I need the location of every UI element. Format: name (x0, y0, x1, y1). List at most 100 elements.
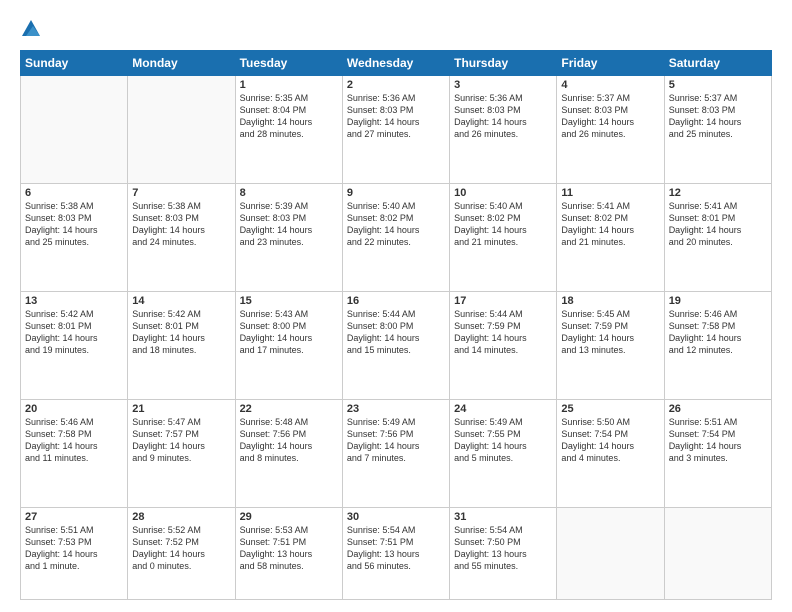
day-number: 20 (25, 403, 123, 415)
calendar-cell: 5Sunrise: 5:37 AMSunset: 8:03 PMDaylight… (664, 76, 771, 184)
logo-icon (20, 18, 42, 40)
day-info: Sunrise: 5:39 AMSunset: 8:03 PMDaylight:… (240, 200, 338, 249)
day-header-sunday: Sunday (21, 51, 128, 76)
day-number: 26 (669, 403, 767, 415)
logo (20, 18, 46, 40)
day-number: 1 (240, 79, 338, 91)
day-header-wednesday: Wednesday (342, 51, 449, 76)
day-number: 30 (347, 511, 445, 523)
calendar-cell: 18Sunrise: 5:45 AMSunset: 7:59 PMDayligh… (557, 291, 664, 399)
day-number: 29 (240, 511, 338, 523)
day-number: 22 (240, 403, 338, 415)
day-info: Sunrise: 5:38 AMSunset: 8:03 PMDaylight:… (132, 200, 230, 249)
day-info: Sunrise: 5:43 AMSunset: 8:00 PMDaylight:… (240, 308, 338, 357)
calendar-cell: 28Sunrise: 5:52 AMSunset: 7:52 PMDayligh… (128, 507, 235, 599)
day-number: 27 (25, 511, 123, 523)
day-number: 14 (132, 295, 230, 307)
day-info: Sunrise: 5:37 AMSunset: 8:03 PMDaylight:… (561, 92, 659, 141)
calendar-cell: 29Sunrise: 5:53 AMSunset: 7:51 PMDayligh… (235, 507, 342, 599)
day-number: 16 (347, 295, 445, 307)
day-number: 2 (347, 79, 445, 91)
day-header-friday: Friday (557, 51, 664, 76)
calendar-cell (664, 507, 771, 599)
calendar-cell: 31Sunrise: 5:54 AMSunset: 7:50 PMDayligh… (450, 507, 557, 599)
day-number: 31 (454, 511, 552, 523)
calendar-cell: 15Sunrise: 5:43 AMSunset: 8:00 PMDayligh… (235, 291, 342, 399)
day-info: Sunrise: 5:35 AMSunset: 8:04 PMDaylight:… (240, 92, 338, 141)
day-info: Sunrise: 5:44 AMSunset: 7:59 PMDaylight:… (454, 308, 552, 357)
calendar-cell: 23Sunrise: 5:49 AMSunset: 7:56 PMDayligh… (342, 399, 449, 507)
calendar-cell: 26Sunrise: 5:51 AMSunset: 7:54 PMDayligh… (664, 399, 771, 507)
day-number: 18 (561, 295, 659, 307)
calendar-cell: 10Sunrise: 5:40 AMSunset: 8:02 PMDayligh… (450, 183, 557, 291)
day-number: 4 (561, 79, 659, 91)
day-info: Sunrise: 5:42 AMSunset: 8:01 PMDaylight:… (132, 308, 230, 357)
calendar-header-row: SundayMondayTuesdayWednesdayThursdayFrid… (21, 51, 772, 76)
day-info: Sunrise: 5:36 AMSunset: 8:03 PMDaylight:… (454, 92, 552, 141)
calendar-cell: 25Sunrise: 5:50 AMSunset: 7:54 PMDayligh… (557, 399, 664, 507)
day-info: Sunrise: 5:47 AMSunset: 7:57 PMDaylight:… (132, 416, 230, 465)
calendar-cell: 20Sunrise: 5:46 AMSunset: 7:58 PMDayligh… (21, 399, 128, 507)
calendar-table: SundayMondayTuesdayWednesdayThursdayFrid… (20, 50, 772, 600)
calendar-cell: 19Sunrise: 5:46 AMSunset: 7:58 PMDayligh… (664, 291, 771, 399)
day-info: Sunrise: 5:45 AMSunset: 7:59 PMDaylight:… (561, 308, 659, 357)
calendar-cell: 2Sunrise: 5:36 AMSunset: 8:03 PMDaylight… (342, 76, 449, 184)
day-number: 5 (669, 79, 767, 91)
day-info: Sunrise: 5:40 AMSunset: 8:02 PMDaylight:… (347, 200, 445, 249)
day-header-thursday: Thursday (450, 51, 557, 76)
calendar-cell: 30Sunrise: 5:54 AMSunset: 7:51 PMDayligh… (342, 507, 449, 599)
day-info: Sunrise: 5:51 AMSunset: 7:54 PMDaylight:… (669, 416, 767, 465)
day-number: 7 (132, 187, 230, 199)
calendar-week-0: 1Sunrise: 5:35 AMSunset: 8:04 PMDaylight… (21, 76, 772, 184)
day-info: Sunrise: 5:53 AMSunset: 7:51 PMDaylight:… (240, 524, 338, 573)
day-number: 23 (347, 403, 445, 415)
calendar-cell: 13Sunrise: 5:42 AMSunset: 8:01 PMDayligh… (21, 291, 128, 399)
day-info: Sunrise: 5:48 AMSunset: 7:56 PMDaylight:… (240, 416, 338, 465)
calendar-cell: 11Sunrise: 5:41 AMSunset: 8:02 PMDayligh… (557, 183, 664, 291)
day-info: Sunrise: 5:46 AMSunset: 7:58 PMDaylight:… (25, 416, 123, 465)
day-info: Sunrise: 5:50 AMSunset: 7:54 PMDaylight:… (561, 416, 659, 465)
calendar-cell: 4Sunrise: 5:37 AMSunset: 8:03 PMDaylight… (557, 76, 664, 184)
header (20, 18, 772, 40)
calendar-cell: 24Sunrise: 5:49 AMSunset: 7:55 PMDayligh… (450, 399, 557, 507)
day-header-monday: Monday (128, 51, 235, 76)
day-info: Sunrise: 5:38 AMSunset: 8:03 PMDaylight:… (25, 200, 123, 249)
calendar-cell: 14Sunrise: 5:42 AMSunset: 8:01 PMDayligh… (128, 291, 235, 399)
calendar-cell: 17Sunrise: 5:44 AMSunset: 7:59 PMDayligh… (450, 291, 557, 399)
calendar-cell: 6Sunrise: 5:38 AMSunset: 8:03 PMDaylight… (21, 183, 128, 291)
day-header-saturday: Saturday (664, 51, 771, 76)
calendar-week-4: 27Sunrise: 5:51 AMSunset: 7:53 PMDayligh… (21, 507, 772, 599)
day-info: Sunrise: 5:41 AMSunset: 8:01 PMDaylight:… (669, 200, 767, 249)
day-number: 19 (669, 295, 767, 307)
calendar-week-3: 20Sunrise: 5:46 AMSunset: 7:58 PMDayligh… (21, 399, 772, 507)
day-info: Sunrise: 5:40 AMSunset: 8:02 PMDaylight:… (454, 200, 552, 249)
page: SundayMondayTuesdayWednesdayThursdayFrid… (0, 0, 792, 612)
calendar-cell: 21Sunrise: 5:47 AMSunset: 7:57 PMDayligh… (128, 399, 235, 507)
day-info: Sunrise: 5:52 AMSunset: 7:52 PMDaylight:… (132, 524, 230, 573)
calendar-cell: 1Sunrise: 5:35 AMSunset: 8:04 PMDaylight… (235, 76, 342, 184)
day-info: Sunrise: 5:36 AMSunset: 8:03 PMDaylight:… (347, 92, 445, 141)
day-info: Sunrise: 5:37 AMSunset: 8:03 PMDaylight:… (669, 92, 767, 141)
calendar-cell: 16Sunrise: 5:44 AMSunset: 8:00 PMDayligh… (342, 291, 449, 399)
calendar-week-1: 6Sunrise: 5:38 AMSunset: 8:03 PMDaylight… (21, 183, 772, 291)
day-number: 25 (561, 403, 659, 415)
day-number: 3 (454, 79, 552, 91)
calendar-cell: 8Sunrise: 5:39 AMSunset: 8:03 PMDaylight… (235, 183, 342, 291)
day-info: Sunrise: 5:54 AMSunset: 7:50 PMDaylight:… (454, 524, 552, 573)
day-number: 11 (561, 187, 659, 199)
calendar-cell: 27Sunrise: 5:51 AMSunset: 7:53 PMDayligh… (21, 507, 128, 599)
day-info: Sunrise: 5:49 AMSunset: 7:56 PMDaylight:… (347, 416, 445, 465)
calendar-cell: 7Sunrise: 5:38 AMSunset: 8:03 PMDaylight… (128, 183, 235, 291)
day-info: Sunrise: 5:46 AMSunset: 7:58 PMDaylight:… (669, 308, 767, 357)
day-number: 24 (454, 403, 552, 415)
day-number: 28 (132, 511, 230, 523)
day-number: 6 (25, 187, 123, 199)
day-info: Sunrise: 5:51 AMSunset: 7:53 PMDaylight:… (25, 524, 123, 573)
day-info: Sunrise: 5:54 AMSunset: 7:51 PMDaylight:… (347, 524, 445, 573)
day-number: 10 (454, 187, 552, 199)
day-number: 17 (454, 295, 552, 307)
day-info: Sunrise: 5:41 AMSunset: 8:02 PMDaylight:… (561, 200, 659, 249)
day-header-tuesday: Tuesday (235, 51, 342, 76)
day-number: 12 (669, 187, 767, 199)
calendar-cell (557, 507, 664, 599)
